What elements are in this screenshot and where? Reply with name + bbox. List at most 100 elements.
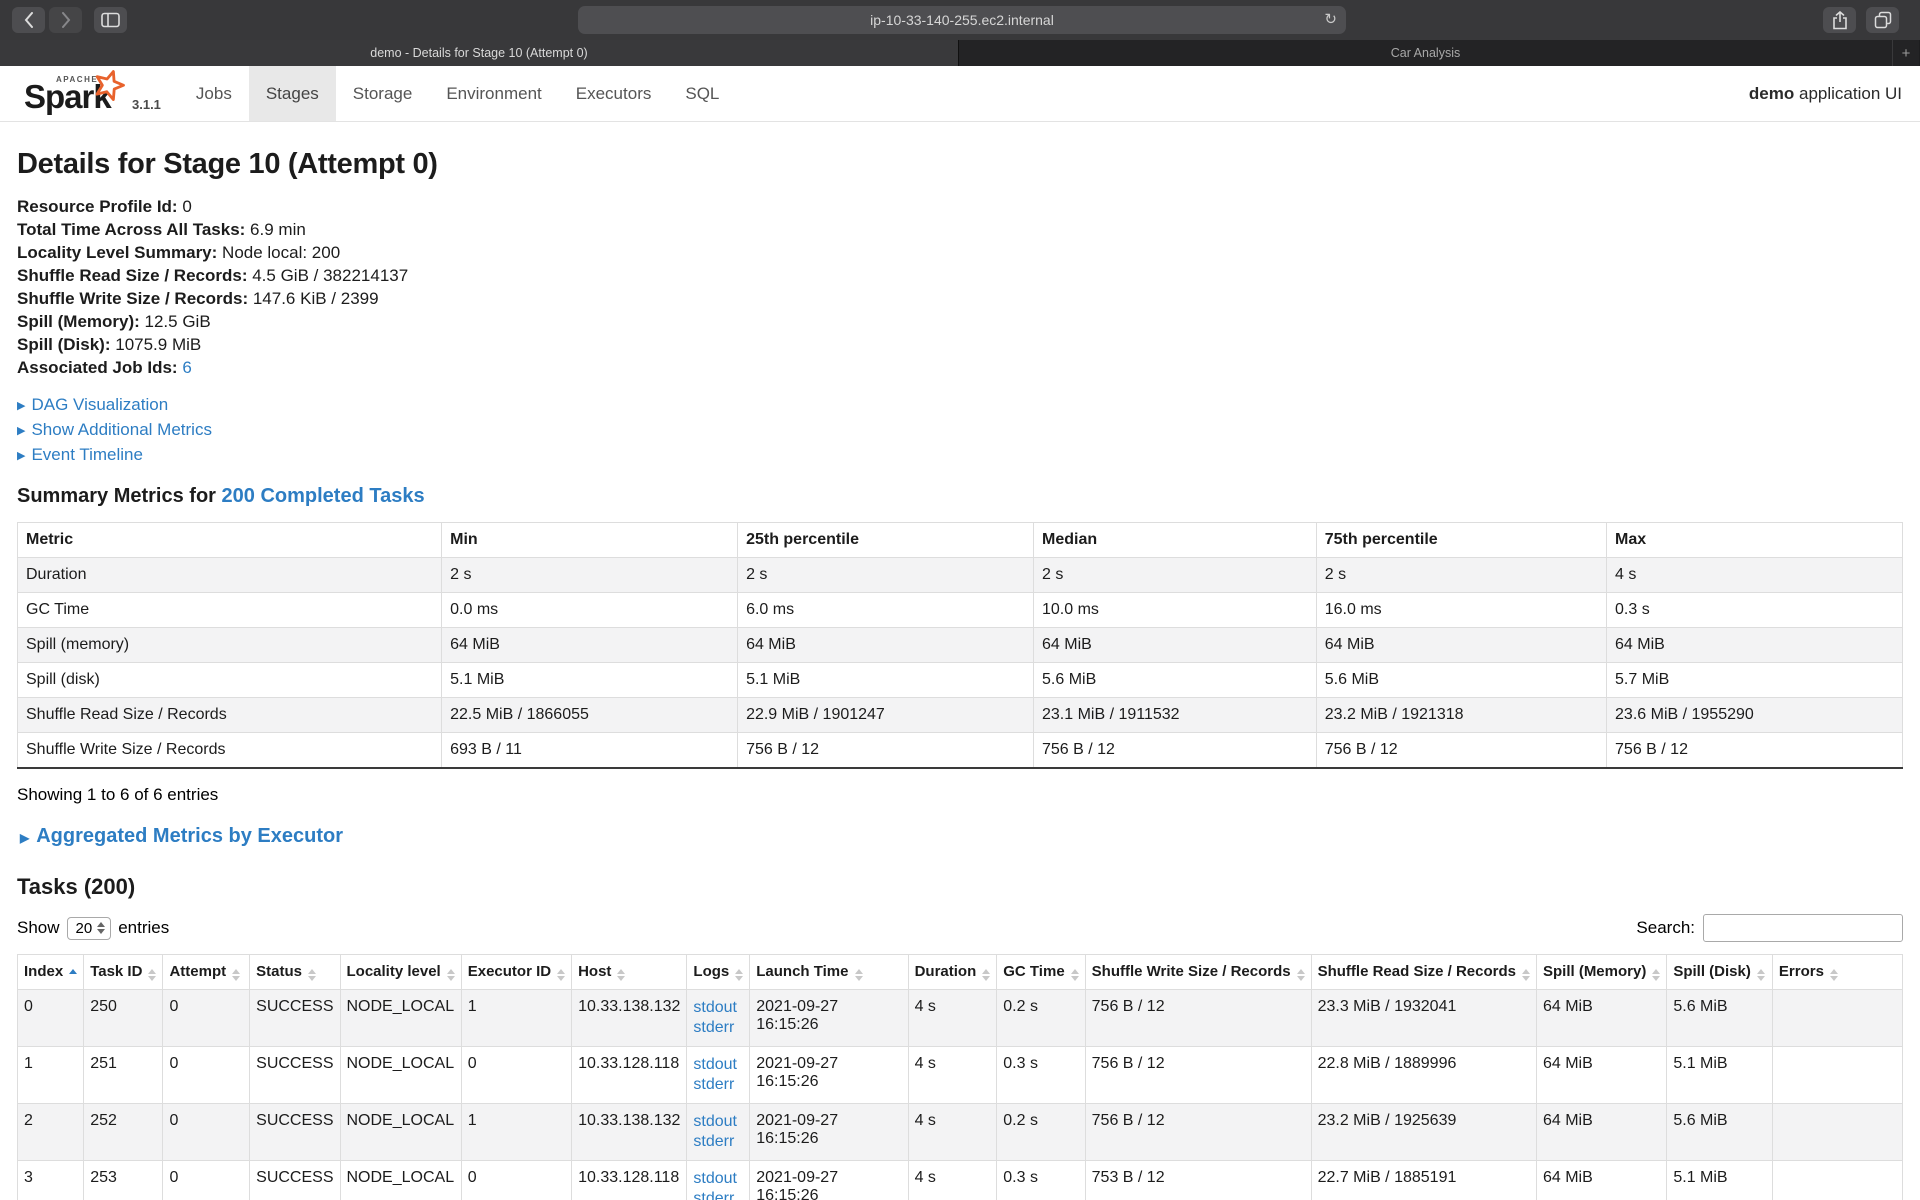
sort-logs[interactable]: Logs [687, 955, 750, 990]
stdout-link[interactable]: stdout [693, 1169, 743, 1189]
summary-entries-info: Showing 1 to 6 of 6 entries [17, 785, 1903, 805]
cell-shuffle-read: 22.8 MiB / 1889996 [1311, 1047, 1536, 1104]
sort-launch-time[interactable]: Launch Time [750, 955, 908, 990]
sort-icon [1522, 969, 1530, 981]
cell-task-id: 252 [84, 1104, 163, 1161]
sort-duration[interactable]: Duration [908, 955, 997, 990]
prop-associated-jobs: Associated Job Ids: 6 [17, 356, 1903, 379]
new-tab-button[interactable]: + [1892, 40, 1919, 66]
cell-status: SUCCESS [250, 1104, 340, 1161]
cell-index: 3 [18, 1161, 84, 1200]
toggle-event-timeline[interactable]: ▶Event Timeline [17, 443, 1903, 468]
cell-attempt: 0 [163, 990, 250, 1047]
tasks-table: Index Task ID Attempt Status Locality le… [17, 954, 1903, 1200]
caret-right-icon: ▶ [17, 425, 25, 437]
cell-host: 10.33.128.118 [572, 1161, 687, 1200]
cell-status: SUCCESS [250, 1047, 340, 1104]
sort-attempt[interactable]: Attempt [163, 955, 250, 990]
prop-shuffle-write: Shuffle Write Size / Records: 147.6 KiB … [17, 287, 1903, 310]
task-row: 22520SUCCESSNODE_LOCAL110.33.138.132 std… [18, 1104, 1903, 1161]
summary-row-gc-time: GC Time0.0 ms6.0 ms10.0 ms16.0 ms0.3 s [18, 593, 1903, 628]
cell-shuffle-write: 756 B / 12 [1085, 1047, 1311, 1104]
cell-locality: NODE_LOCAL [340, 1104, 461, 1161]
completed-tasks-link[interactable]: 200 Completed Tasks [222, 485, 425, 507]
cell-spill-memory: 64 MiB [1536, 990, 1666, 1047]
sort-icon [1297, 969, 1305, 981]
task-row: 12510SUCCESSNODE_LOCAL010.33.128.118 std… [18, 1047, 1903, 1104]
sort-errors[interactable]: Errors [1772, 955, 1902, 990]
tab-spark-stage[interactable]: demo - Details for Stage 10 (Attempt 0) [0, 40, 959, 66]
cell-gc-time: 0.2 s [997, 1104, 1085, 1161]
cell-executor-id: 1 [461, 990, 571, 1047]
back-button[interactable] [12, 7, 45, 33]
tasks-heading: Tasks (200) [17, 874, 1903, 900]
url-bar[interactable]: ip-10-33-140-255.ec2.internal ↻ [578, 6, 1346, 34]
nav-item-storage[interactable]: Storage [336, 66, 430, 121]
stderr-link[interactable]: stderr [693, 1189, 743, 1200]
share-button[interactable] [1823, 7, 1856, 33]
sort-shuffle-read[interactable]: Shuffle Read Size / Records [1311, 955, 1536, 990]
col-min: Min [442, 523, 738, 558]
tab-strip: demo - Details for Stage 10 (Attempt 0) … [0, 40, 1920, 66]
sort-task-id[interactable]: Task ID [84, 955, 163, 990]
stderr-link[interactable]: stderr [693, 1018, 743, 1038]
nav-item-sql[interactable]: SQL [668, 66, 736, 121]
sort-index[interactable]: Index [18, 955, 84, 990]
stderr-link[interactable]: stderr [693, 1075, 743, 1095]
tabs-icon [1874, 11, 1892, 29]
toggle-dag-visualization[interactable]: ▶DAG Visualization [17, 393, 1903, 418]
summary-row-spill-memory: Spill (memory)64 MiB64 MiB64 MiB64 MiB64… [18, 628, 1903, 663]
sort-icon [447, 969, 455, 981]
nav-item-environment[interactable]: Environment [429, 66, 558, 121]
spark-logo[interactable]: APACHE Spark [14, 66, 132, 121]
cell-index: 2 [18, 1104, 84, 1161]
search-input[interactable] [1703, 914, 1903, 942]
prop-total-time: Total Time Across All Tasks: 6.9 min [17, 218, 1903, 241]
sort-host[interactable]: Host [572, 955, 687, 990]
col-25th: 25th percentile [738, 523, 1034, 558]
sort-locality-level[interactable]: Locality level [340, 955, 461, 990]
stdout-link[interactable]: stdout [693, 1055, 743, 1075]
reload-icon[interactable]: ↻ [1324, 10, 1337, 28]
cell-shuffle-write: 756 B / 12 [1085, 990, 1311, 1047]
toggle-aggregated-metrics[interactable]: ▶Aggregated Metrics by Executor [20, 825, 1920, 848]
cell-errors [1772, 1104, 1902, 1161]
task-row: 32530SUCCESSNODE_LOCAL010.33.128.118 std… [18, 1161, 1903, 1200]
cell-errors [1772, 1161, 1902, 1200]
cell-host: 10.33.128.118 [572, 1047, 687, 1104]
sidebar-toggle-button[interactable] [94, 7, 127, 33]
cell-logs: stdoutstderr [687, 1047, 750, 1104]
cell-locality: NODE_LOCAL [340, 990, 461, 1047]
task-row: 02500SUCCESSNODE_LOCAL110.33.138.132 std… [18, 990, 1903, 1047]
chevron-left-icon [24, 12, 34, 28]
sort-executor-id[interactable]: Executor ID [461, 955, 571, 990]
cell-spill-disk: 5.1 MiB [1667, 1161, 1773, 1200]
sort-gc-time[interactable]: GC Time [997, 955, 1085, 990]
app-ui-label: demo application UI [1749, 84, 1902, 104]
cell-status: SUCCESS [250, 1161, 340, 1200]
tab-car-analysis[interactable]: Car Analysis [959, 40, 1892, 66]
entries-label: entries [118, 918, 169, 938]
sort-spill-memory[interactable]: Spill (Memory) [1536, 955, 1666, 990]
associated-job-link[interactable]: 6 [182, 358, 191, 377]
sort-icon [232, 969, 240, 981]
spark-navbar: APACHE Spark 3.1.1 Jobs Stages Storage E… [0, 66, 1920, 122]
tasks-header-row: Index Task ID Attempt Status Locality le… [18, 955, 1903, 990]
page-size-select[interactable]: 20 [67, 917, 112, 940]
cell-launch-time: 2021-09-27 16:15:26 [750, 1104, 908, 1161]
show-label: Show [17, 918, 60, 938]
tab-overview-button[interactable] [1866, 7, 1899, 33]
stdout-link[interactable]: stdout [693, 998, 743, 1018]
sort-status[interactable]: Status [250, 955, 340, 990]
stderr-link[interactable]: stderr [693, 1132, 743, 1152]
nav-item-stages[interactable]: Stages [249, 66, 336, 121]
sort-spill-disk[interactable]: Spill (Disk) [1667, 955, 1773, 990]
nav-item-jobs[interactable]: Jobs [179, 66, 249, 121]
caret-right-icon: ▶ [17, 450, 25, 462]
stdout-link[interactable]: stdout [693, 1112, 743, 1132]
forward-button[interactable] [49, 7, 82, 33]
sort-shuffle-write[interactable]: Shuffle Write Size / Records [1085, 955, 1311, 990]
cell-index: 1 [18, 1047, 84, 1104]
nav-item-executors[interactable]: Executors [559, 66, 669, 121]
toggle-additional-metrics[interactable]: ▶Show Additional Metrics [17, 418, 1903, 443]
